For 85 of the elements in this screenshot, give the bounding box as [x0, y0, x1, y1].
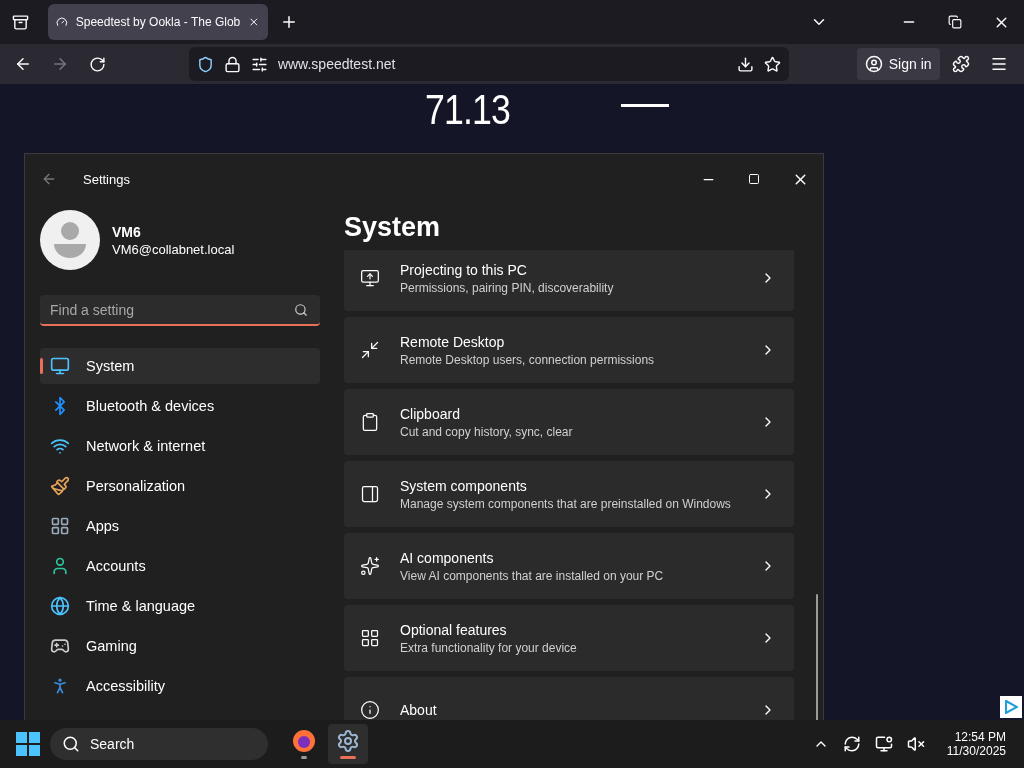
nav-item[interactable]: Accounts — [40, 548, 320, 584]
card-title: About — [400, 702, 438, 718]
settings-card[interactable]: Optional features Extra functionality for your device — [344, 605, 794, 671]
settings-icon[interactable] — [336, 729, 360, 753]
card-subtitle: Extra functionality for your device — [400, 640, 578, 655]
nav-item[interactable]: Time & language — [40, 588, 320, 624]
system-icon — [50, 356, 70, 376]
new-tab-icon[interactable] — [280, 13, 298, 31]
card-title: Clipboard — [400, 405, 461, 422]
download-icon[interactable] — [736, 55, 754, 73]
address-bar[interactable]: www.speedtest.net — [188, 47, 789, 81]
nav-item[interactable]: Network & internet — [40, 428, 320, 464]
settings-card[interactable]: AI components View AI components that are installed on your PC — [344, 533, 794, 599]
browser-tab[interactable]: Speedtest by Ookla - The Glob — [48, 4, 268, 40]
nav-item[interactable]: Personalization — [40, 468, 320, 504]
info-icon — [360, 700, 380, 720]
user-name: VM6 — [112, 223, 142, 240]
maximize-icon[interactable] — [748, 173, 760, 185]
shield-icon[interactable] — [196, 55, 214, 73]
gaming-icon — [50, 636, 70, 656]
star-icon[interactable] — [763, 55, 781, 73]
settings-card[interactable]: Projecting to this PC Permissions, pairing PIN, discoverability — [344, 250, 794, 311]
card-title: System components — [400, 477, 528, 494]
tab-title: Speedtest by Ookla - The Glob — [75, 15, 241, 29]
projector-icon — [360, 268, 380, 288]
nav-item[interactable]: Gaming — [40, 628, 320, 664]
search-field[interactable]: Find a setting — [40, 295, 320, 326]
grid-icon — [360, 628, 380, 648]
time-icon — [50, 596, 70, 616]
close-tab-icon[interactable] — [248, 15, 260, 29]
reload-icon[interactable] — [89, 55, 107, 73]
nav-item[interactable]: Bluetooth & devices — [40, 388, 320, 424]
account-icon — [864, 55, 883, 73]
url-text: www.speedtest.net — [277, 56, 397, 72]
card-subtitle: Cut and copy history, sync, clear — [400, 424, 574, 439]
card-subtitle: Manage system components that are preinstalled on Windows — [400, 496, 732, 511]
menu-icon[interactable] — [989, 55, 1008, 73]
network-icon[interactable] — [874, 735, 893, 753]
volume-muted-icon[interactable] — [906, 735, 925, 753]
user-email: VM6@collabnet.local — [112, 241, 235, 257]
card-title: Remote Desktop — [400, 333, 506, 350]
settings-card[interactable]: About — [344, 677, 794, 720]
search-icon — [294, 303, 308, 317]
firefox-icon[interactable] — [292, 729, 316, 753]
speedometer-icon — [56, 15, 68, 29]
panel-icon — [360, 484, 380, 504]
taskbar-app[interactable] — [328, 724, 368, 764]
clock-time: 12:54 PM — [954, 730, 1006, 744]
card-subtitle: Permissions, pairing PIN, discoverability — [400, 280, 615, 295]
sync-icon[interactable] — [842, 735, 861, 753]
avatar — [40, 210, 100, 270]
nav-item[interactable]: Accessibility — [40, 668, 320, 704]
nav-item[interactable]: Apps — [40, 508, 320, 544]
card-subtitle: Remote Desktop users, connection permissions — [400, 352, 656, 367]
taskbar-search[interactable]: Search — [50, 728, 268, 760]
remote-desktop-icon — [360, 340, 380, 360]
dash-icon — [621, 104, 669, 107]
clock-date: 11/30/2025 — [946, 744, 1006, 758]
sign-in-button[interactable]: Sign in — [856, 48, 940, 80]
window-title: Settings — [83, 171, 130, 187]
tab-list-icon[interactable] — [11, 13, 29, 31]
personalization-icon — [50, 476, 70, 496]
sparkles-icon — [360, 556, 380, 576]
card-title: Optional features — [400, 621, 508, 638]
speed-value: 71.13 — [425, 86, 511, 134]
ad-icon[interactable] — [1000, 696, 1022, 718]
settings-card[interactable]: Clipboard Cut and copy history, sync, clear — [344, 389, 794, 455]
settings-card[interactable]: System components Manage system components that are preinstalled on Windows — [344, 461, 794, 527]
card-subtitle: View AI components that are installed on your PC — [400, 568, 665, 583]
page-heading: System — [344, 212, 442, 244]
nav-item[interactable]: System — [40, 348, 320, 384]
windows-start-icon[interactable] — [16, 732, 40, 756]
network-icon — [50, 436, 70, 456]
card-title: Projecting to this PC — [400, 261, 528, 278]
search-icon — [62, 735, 80, 753]
settings-card[interactable]: Remote Desktop Remote Desktop users, connection permissions — [344, 317, 794, 383]
restore-icon[interactable] — [948, 15, 962, 29]
card-title: AI components — [400, 549, 495, 566]
scrollbar[interactable] — [816, 594, 818, 720]
clipboard-icon — [360, 412, 380, 432]
extensions-icon[interactable] — [951, 55, 970, 73]
permissions-icon[interactable] — [250, 55, 268, 73]
apps-icon — [50, 516, 70, 536]
accounts-icon — [50, 556, 70, 576]
lock-icon[interactable] — [223, 55, 241, 73]
